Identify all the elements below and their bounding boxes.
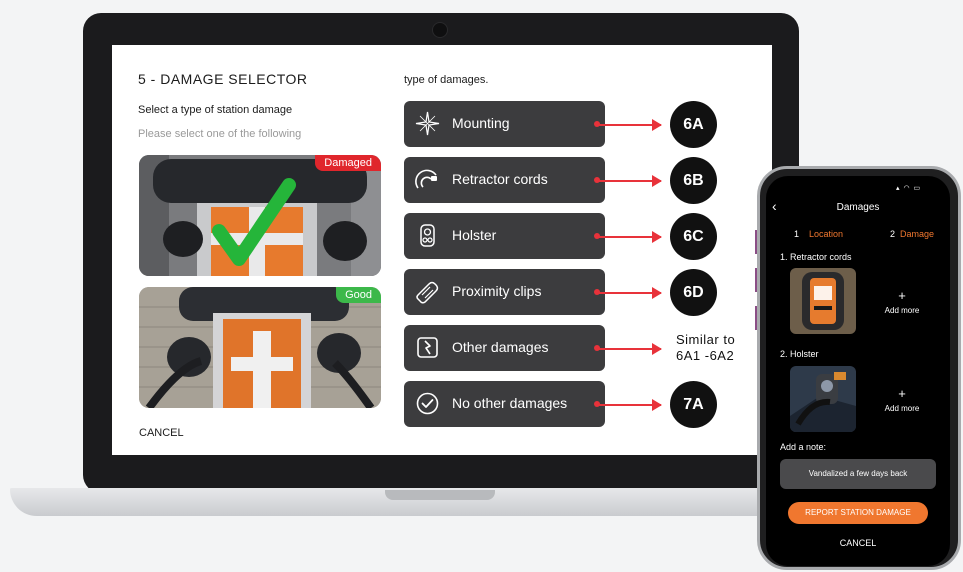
option-proximity-clips-button[interactable]: Proximity clips <box>404 269 605 315</box>
good-station-image <box>139 287 381 408</box>
item-label-holster: 2. Holster <box>780 349 819 359</box>
webcam-icon <box>432 22 448 38</box>
good-station-photo[interactable]: Good <box>139 287 381 408</box>
similar-note-line-1: Similar to <box>676 332 736 347</box>
damaged-badge: Damaged <box>315 155 381 171</box>
arrow-other <box>599 343 662 355</box>
step-damage[interactable]: 2 Damage <box>890 229 934 239</box>
option-mounting-button[interactable]: Mounting <box>404 101 605 147</box>
arrow-7a <box>599 399 662 411</box>
step-6a-badge: 6A <box>670 101 717 148</box>
phone-screen: ▴ ◠ ▭ ‹ Damages 1 Location 2 Damage 1. R… <box>766 176 950 566</box>
step-location-number: 1 <box>794 229 800 239</box>
good-badge: Good <box>336 287 381 303</box>
lightning-box-icon <box>417 337 438 358</box>
page-hint: Please select one of the following <box>138 128 302 140</box>
option-label: No other damages <box>452 395 568 411</box>
report-station-damage-button[interactable]: REPORT STATION DAMAGE <box>788 502 928 524</box>
add-more-plus-icon[interactable]: + <box>872 288 932 303</box>
status-bar-icons: ▴ ◠ ▭ <box>896 185 922 192</box>
option-holster-button[interactable]: Holster <box>404 213 605 259</box>
step-6d-badge: 6D <box>670 269 717 316</box>
step-6c-badge: 6C <box>670 213 717 260</box>
step-damage-label: Damage <box>900 229 935 239</box>
add-more-button[interactable]: Add more <box>872 404 932 413</box>
option-label: Retractor cords <box>452 171 548 187</box>
page-title: 5 - DAMAGE SELECTOR <box>138 71 308 87</box>
step-damage-number: 2 <box>890 229 896 239</box>
step-location-label: Location <box>809 229 844 239</box>
option-other-damages-button[interactable]: Other damages <box>404 325 605 371</box>
damaged-station-photo[interactable]: Damaged <box>139 155 381 276</box>
compass-star-icon <box>415 111 440 136</box>
arrow-6d <box>599 287 662 299</box>
step-location[interactable]: 1 Location <box>794 229 843 239</box>
note-input[interactable]: Vandalized a few days back <box>780 459 936 489</box>
cord-icon <box>415 169 437 189</box>
holster-image <box>790 366 856 432</box>
similar-note-line-2: 6A1 -6A2 <box>676 348 735 363</box>
arrow-6b <box>599 175 662 187</box>
option-label: Holster <box>452 227 497 243</box>
option-label: Other damages <box>452 339 549 355</box>
clip-icon <box>416 281 439 304</box>
laptop-notch <box>385 490 495 500</box>
page-subtitle: Select a type of station damage <box>138 104 293 116</box>
option-label: Mounting <box>452 115 510 131</box>
similar-note: Similar to 6A1 -6A2 <box>676 332 735 364</box>
retractor-image <box>790 268 856 334</box>
options-heading: type of damages. <box>404 74 489 86</box>
add-more-plus-icon[interactable]: + <box>872 386 932 401</box>
damaged-station-image <box>139 155 381 276</box>
phone-cancel-button[interactable]: CANCEL <box>766 538 950 548</box>
step-6b-badge: 6B <box>670 157 717 204</box>
holster-icon <box>420 224 435 247</box>
arrow-6c <box>599 231 662 243</box>
retractor-thumbnail[interactable] <box>790 268 856 334</box>
option-label: Proximity clips <box>452 283 542 299</box>
item-label-retractor: 1. Retractor cords <box>780 252 852 262</box>
cancel-link[interactable]: CANCEL <box>139 427 184 439</box>
add-more-button[interactable]: Add more <box>872 306 932 315</box>
phone-title: Damages <box>836 202 880 213</box>
option-retractor-cords-button[interactable]: Retractor cords <box>404 157 605 203</box>
step-7a-badge: 7A <box>670 381 717 428</box>
note-label: Add a note: <box>780 442 827 452</box>
check-circle-icon <box>416 392 439 415</box>
arrow-6a <box>599 119 662 131</box>
option-no-other-damages-button[interactable]: No other damages <box>404 381 605 427</box>
holster-thumbnail[interactable] <box>790 366 856 432</box>
